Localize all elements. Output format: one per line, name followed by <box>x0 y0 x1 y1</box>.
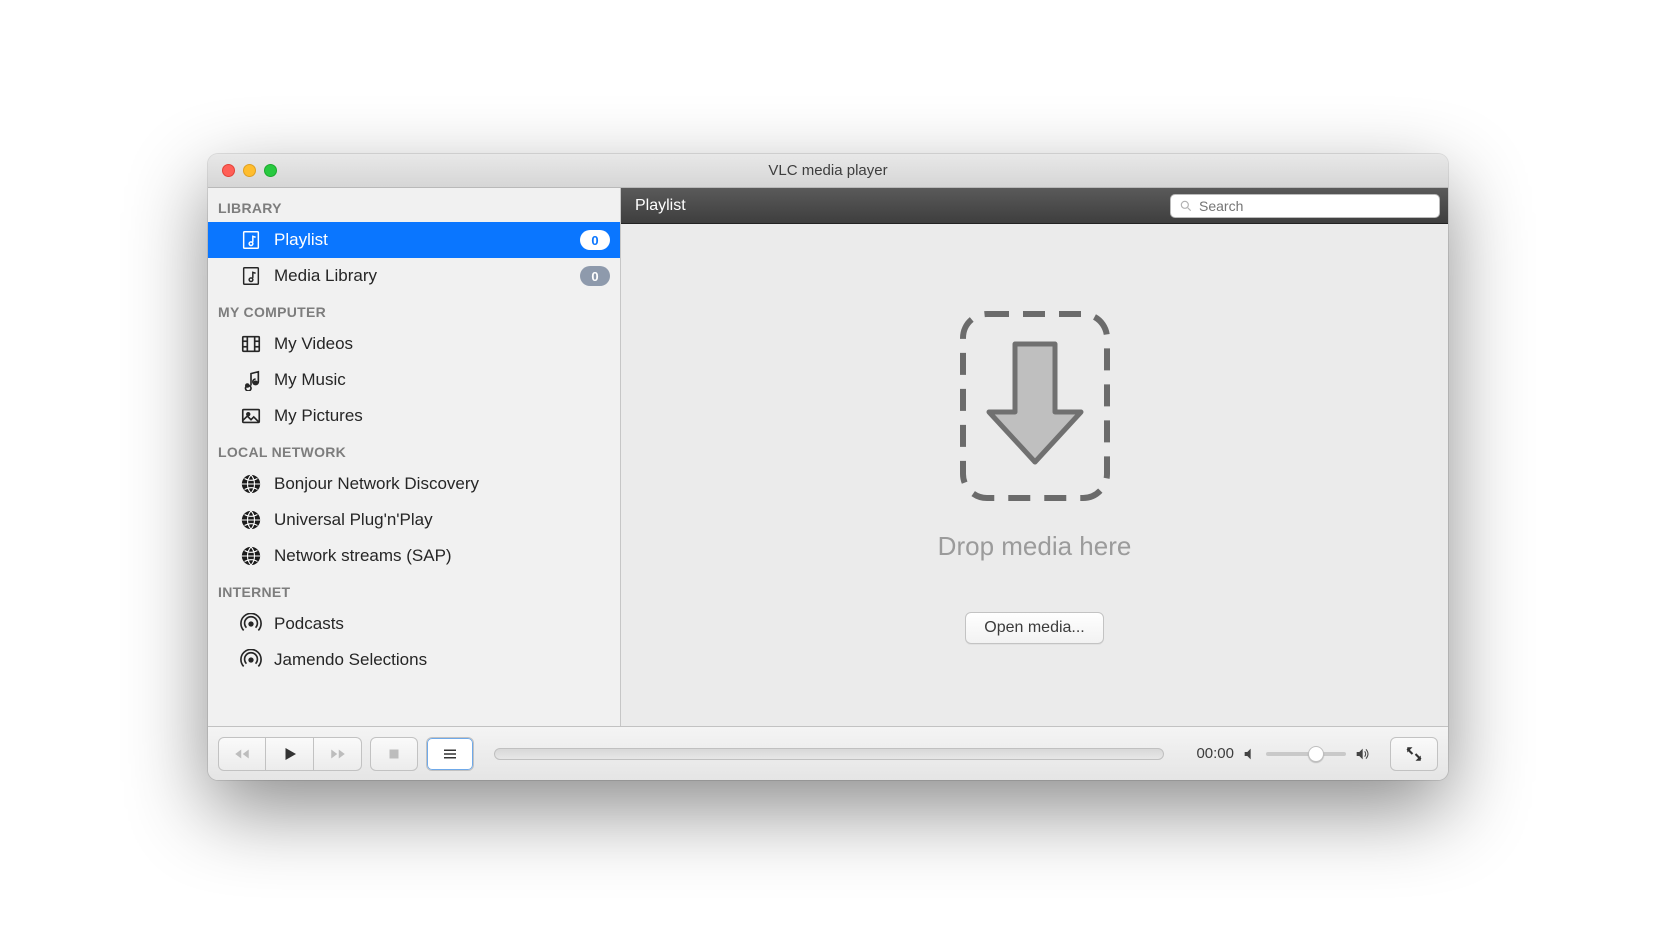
dropzone-icon <box>955 306 1115 511</box>
globe-icon <box>240 473 262 495</box>
transport-buttons <box>218 737 362 771</box>
next-icon <box>329 745 347 763</box>
maximize-window-button[interactable] <box>264 164 277 177</box>
sidebar-item-label: Media Library <box>274 266 568 286</box>
play-button[interactable] <box>266 737 314 771</box>
section-header: INTERNET <box>208 574 620 606</box>
open-media-button[interactable]: Open media... <box>965 612 1104 644</box>
sidebar: LIBRARY Playlist 0 Media Library 0 MY COMPUTE… <box>208 188 621 726</box>
sidebar-item-label: Jamendo Selections <box>274 650 610 670</box>
time-display: 00:00 <box>1184 745 1234 762</box>
content-header: Playlist <box>621 188 1448 224</box>
sidebar-item-my-music[interactable]: My Music <box>208 362 620 398</box>
sidebar-item-label: Podcasts <box>274 614 610 634</box>
sidebar-item-media-library[interactable]: Media Library 0 <box>208 258 620 294</box>
podcast-icon <box>240 649 262 671</box>
sidebar-item-label: Playlist <box>274 230 568 250</box>
search-input[interactable] <box>1199 198 1431 214</box>
stop-button[interactable] <box>370 737 418 771</box>
globe-icon <box>240 509 262 531</box>
playlist-icon <box>240 229 262 251</box>
search-field-wrap[interactable] <box>1170 194 1440 218</box>
playback-controls: 00:00 <box>208 726 1448 780</box>
volume-high-icon <box>1354 746 1370 762</box>
seek-bar[interactable] <box>494 748 1164 760</box>
sidebar-item-bonjour-network-discovery[interactable]: Bonjour Network Discovery <box>208 466 620 502</box>
section-header: LOCAL NETWORK <box>208 434 620 466</box>
traffic-lights <box>208 164 277 177</box>
fullscreen-icon <box>1405 745 1423 763</box>
volume-control <box>1242 746 1370 762</box>
sidebar-item-label: My Videos <box>274 334 610 354</box>
sidebar-item-playlist[interactable]: Playlist 0 <box>208 222 620 258</box>
sidebar-item-jamendo-selections[interactable]: Jamendo Selections <box>208 642 620 678</box>
sidebar-item-label: My Music <box>274 370 610 390</box>
playlist-toggle-button[interactable] <box>426 737 474 771</box>
film-icon <box>240 333 262 355</box>
podcast-icon <box>240 613 262 635</box>
volume-slider[interactable] <box>1266 752 1346 756</box>
titlebar: VLC media player <box>208 154 1448 188</box>
next-button[interactable] <box>314 737 362 771</box>
sidebar-item-universal-plug-n-play[interactable]: Universal Plug'n'Play <box>208 502 620 538</box>
section-header: LIBRARY <box>208 190 620 222</box>
sidebar-item-label: My Pictures <box>274 406 610 426</box>
sidebar-item-label: Network streams (SAP) <box>274 546 610 566</box>
dropzone-text: Drop media here <box>938 531 1132 562</box>
volume-low-icon <box>1242 746 1258 762</box>
count-badge: 0 <box>580 230 610 250</box>
previous-button[interactable] <box>218 737 266 771</box>
sidebar-item-my-pictures[interactable]: My Pictures <box>208 398 620 434</box>
stop-icon <box>385 745 403 763</box>
close-window-button[interactable] <box>222 164 235 177</box>
count-badge: 0 <box>580 266 610 286</box>
globe-icon <box>240 545 262 567</box>
sidebar-item-label: Bonjour Network Discovery <box>274 474 610 494</box>
section-header: MY COMPUTER <box>208 294 620 326</box>
app-window: VLC media player LIBRARYPlaylist0Media L… <box>208 154 1448 780</box>
minimize-window-button[interactable] <box>243 164 256 177</box>
list-icon <box>441 745 459 763</box>
content-header-title: Playlist <box>629 197 686 215</box>
music-icon <box>240 369 262 391</box>
search-icon <box>1179 199 1193 213</box>
sidebar-item-network-streams-sap-[interactable]: Network streams (SAP) <box>208 538 620 574</box>
dropzone[interactable]: Drop media here Open media... <box>621 224 1448 726</box>
sidebar-item-label: Universal Plug'n'Play <box>274 510 610 530</box>
picture-icon <box>240 405 262 427</box>
playlist-icon <box>240 265 262 287</box>
content-area: Playlist Drop media here Open media <box>621 188 1448 726</box>
window-title: VLC media player <box>208 162 1448 179</box>
fullscreen-button[interactable] <box>1390 737 1438 771</box>
play-icon <box>281 745 299 763</box>
previous-icon <box>233 745 251 763</box>
sidebar-item-my-videos[interactable]: My Videos <box>208 326 620 362</box>
sidebar-item-podcasts[interactable]: Podcasts <box>208 606 620 642</box>
